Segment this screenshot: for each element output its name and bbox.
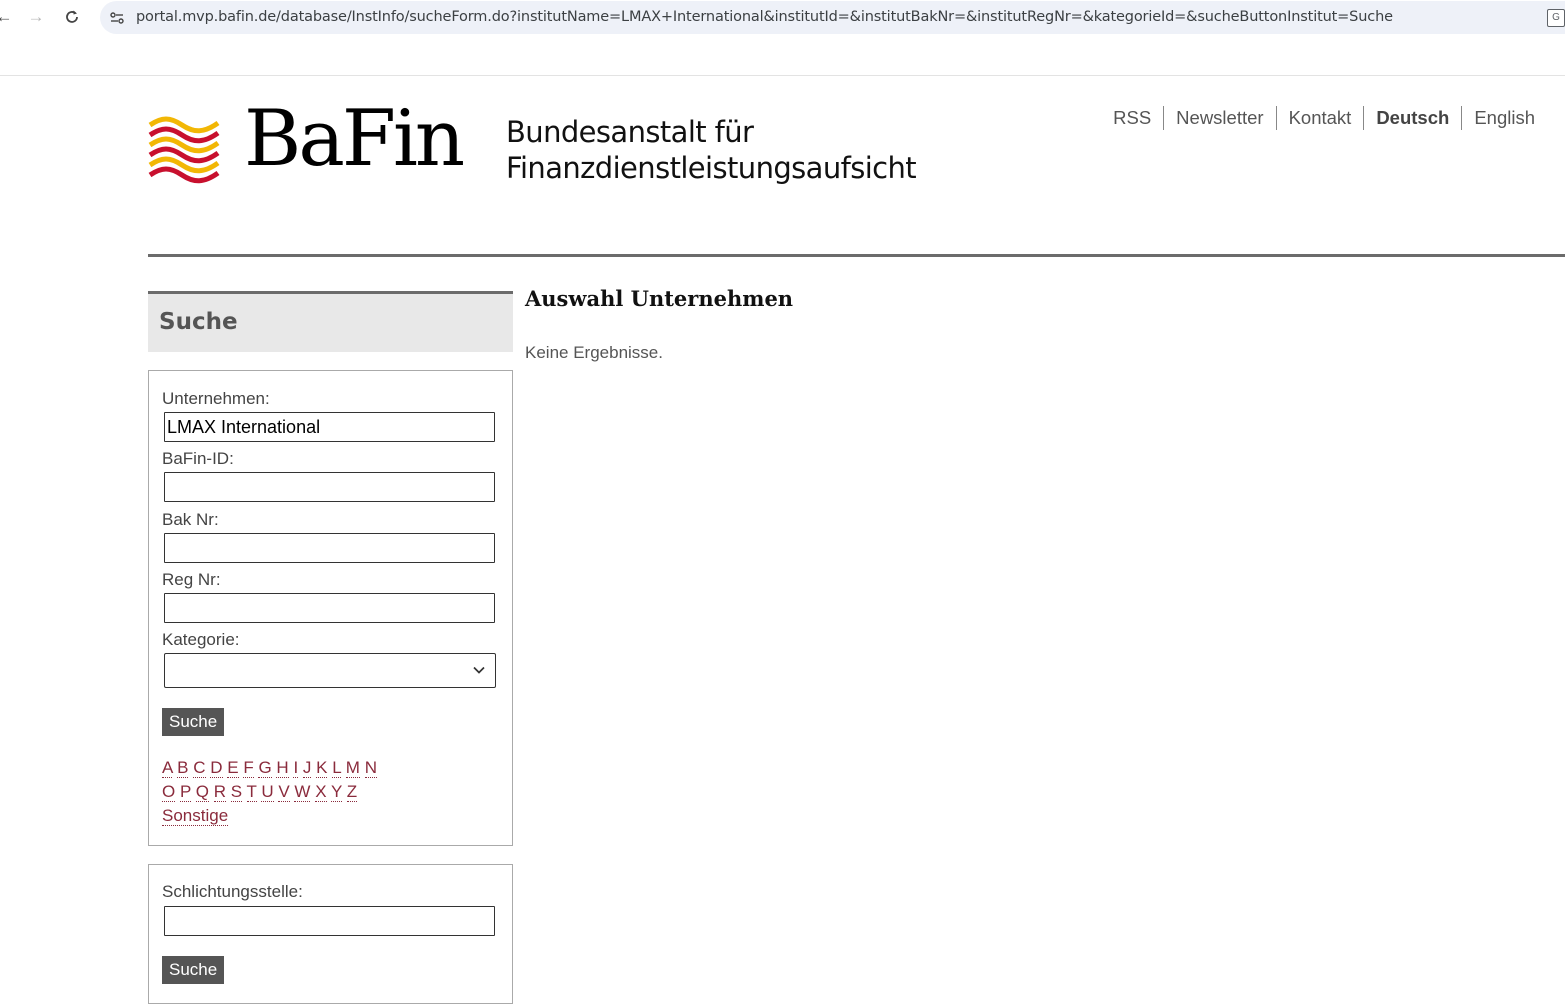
reg-nr-label: Reg Nr: xyxy=(162,570,221,589)
letter-link-n[interactable]: N xyxy=(364,758,377,778)
letter-link-z[interactable]: Z xyxy=(346,782,358,802)
letter-link-g[interactable]: G xyxy=(258,758,272,778)
bafin-id-input[interactable] xyxy=(164,472,495,502)
logo-wordmark: BaFin xyxy=(244,94,465,184)
url-text[interactable]: portal.mvp.bafin.de/database/InstInfo/su… xyxy=(136,9,1393,25)
tagline-line1: Bundesanstalt für xyxy=(506,115,754,149)
letter-link-p[interactable]: P xyxy=(179,782,192,802)
tagline-line2: Finanzdienstleistungsaufsicht xyxy=(506,151,917,185)
chevron-down-icon xyxy=(473,666,485,674)
company-input[interactable] xyxy=(164,412,495,442)
letter-link-a[interactable]: A xyxy=(162,758,173,778)
alphabet-row-2: O P Q R S T U V W X Y Z xyxy=(162,780,377,804)
mediation-input[interactable] xyxy=(164,906,495,936)
bak-nr-label: Bak Nr: xyxy=(162,510,219,529)
category-label: Kategorie: xyxy=(162,630,240,649)
link-english[interactable]: English xyxy=(1461,106,1547,130)
translate-icon[interactable]: G xyxy=(1547,9,1565,27)
alphabet-row-1: A B C D E F G H I J K L M N xyxy=(162,756,377,780)
letter-link-r[interactable]: R xyxy=(213,782,226,802)
page-title: Auswahl Unternehmen xyxy=(525,286,794,311)
header-divider xyxy=(148,254,1565,257)
letter-link-other[interactable]: Sonstige xyxy=(162,806,229,826)
mediation-search-button[interactable]: Suche xyxy=(162,956,225,984)
sidebar-title: Suche xyxy=(159,309,238,335)
letter-link-j[interactable]: J xyxy=(302,758,312,778)
letter-link-w[interactable]: W xyxy=(294,782,311,802)
letter-link-c[interactable]: C xyxy=(193,758,206,778)
letter-link-s[interactable]: S xyxy=(230,782,243,802)
letter-link-y[interactable]: Y xyxy=(330,782,342,802)
bafin-id-label: BaFin-ID: xyxy=(162,449,234,468)
category-select[interactable] xyxy=(164,653,496,688)
letter-link-u[interactable]: U xyxy=(261,782,274,802)
reg-nr-input[interactable] xyxy=(164,593,495,623)
bak-nr-input[interactable] xyxy=(164,533,495,563)
letter-link-f[interactable]: F xyxy=(243,758,254,778)
company-search-button[interactable]: Suche xyxy=(162,708,225,736)
letter-link-m[interactable]: M xyxy=(345,758,360,778)
company-label: Unternehmen: xyxy=(162,389,270,408)
logo-tagline: Bundesanstalt für Finanzdienstleistungsa… xyxy=(506,114,917,186)
company-search-form: Unternehmen: BaFin-ID: Bak Nr: Reg Nr: K… xyxy=(148,370,513,846)
site-info-icon[interactable] xyxy=(108,9,126,27)
letter-link-x[interactable]: X xyxy=(315,782,327,802)
letter-link-l[interactable]: L xyxy=(332,758,342,778)
link-kontakt[interactable]: Kontakt xyxy=(1275,106,1364,130)
no-results-message: Keine Ergebnisse. xyxy=(525,343,663,362)
sidebar-header: Suche xyxy=(148,291,513,352)
bafin-waves-icon xyxy=(148,116,220,184)
letter-link-d[interactable]: D xyxy=(210,758,223,778)
browser-toolbar: ← → portal.mvp.bafin.de/database/InstInf… xyxy=(0,0,1565,76)
mediation-search-form: Schlichtungsstelle: Suche xyxy=(148,864,513,1004)
back-icon[interactable]: ← xyxy=(0,5,16,29)
alphabet-index: A B C D E F G H I J K L M N O P Q R S T … xyxy=(162,756,377,828)
link-newsletter[interactable]: Newsletter xyxy=(1163,106,1275,130)
letter-link-e[interactable]: E xyxy=(227,758,239,778)
letter-link-h[interactable]: H xyxy=(276,758,289,778)
letter-link-o[interactable]: O xyxy=(162,782,176,802)
letter-link-t[interactable]: T xyxy=(246,782,257,802)
letter-link-q[interactable]: Q xyxy=(195,782,209,802)
letter-link-b[interactable]: B xyxy=(177,758,189,778)
forward-icon[interactable]: → xyxy=(24,5,48,29)
letter-link-v[interactable]: V xyxy=(278,782,290,802)
header-links: RSS Newsletter Kontakt Deutsch English xyxy=(1101,106,1547,130)
letter-link-i[interactable]: I xyxy=(293,758,299,778)
letter-link-k[interactable]: K xyxy=(316,758,328,778)
link-rss[interactable]: RSS xyxy=(1101,106,1163,130)
link-deutsch[interactable]: Deutsch xyxy=(1363,106,1461,130)
mediation-label: Schlichtungsstelle: xyxy=(162,882,303,901)
address-bar[interactable]: portal.mvp.bafin.de/database/InstInfo/su… xyxy=(100,1,1565,34)
reload-icon[interactable] xyxy=(60,5,84,29)
